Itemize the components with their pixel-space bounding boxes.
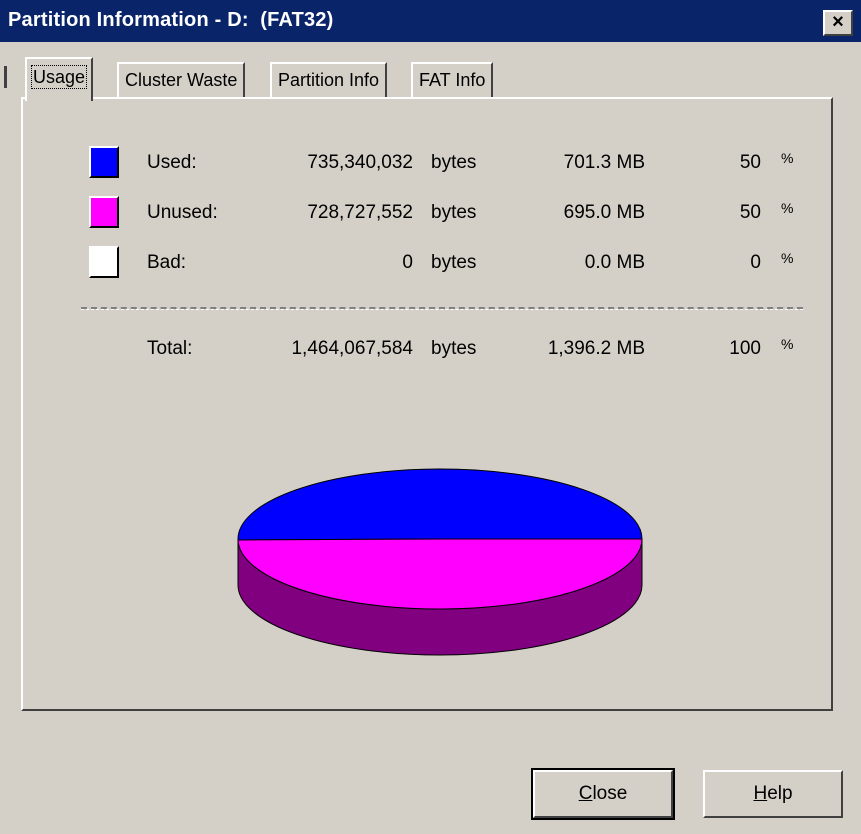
bad-label: Bad: [147,252,187,273]
used-label: Used: [147,152,197,173]
unused-percent: 50 [739,202,761,223]
unused-percent-sign: % [781,200,794,216]
bad-color-swatch [89,246,119,278]
total-percent-sign: % [781,336,794,352]
unused-bytes: 728,727,552 [307,202,413,223]
help-button[interactable]: Help [703,770,843,818]
unused-color-swatch [89,196,119,228]
close-button-hotkey: C [578,783,593,804]
unused-mb: 695.0 MB [563,202,645,223]
help-button-hotkey: H [753,783,768,804]
unused-label: Unused: [147,202,218,223]
bad-bytes-unit: bytes [431,252,477,273]
tab-usage-label: Usage [30,65,88,89]
usage-panel: Used: 735,340,032 bytes 701.3 MB 50 % Un… [21,97,833,711]
bad-percent: 0 [750,252,761,273]
used-bytes-unit: bytes [431,152,477,173]
title-bar: Partition Information - D: (FAT32) × [0,0,861,42]
used-bytes: 735,340,032 [307,152,413,173]
tab-partition-info-label: Partition Info [278,70,380,90]
tab-partition-info[interactable]: Partition Info [270,62,388,98]
window-title: Partition Information - D: (FAT32) [8,9,334,31]
close-button-label: lose [592,783,628,804]
bad-mb: 0.0 MB [584,252,645,273]
unused-bytes-unit: bytes [431,202,477,223]
pie-slice-used [237,468,643,541]
used-percent-sign: % [781,150,794,166]
total-mb: 1,396.2 MB [547,338,645,359]
tab-fat-info-label: FAT Info [419,70,486,90]
help-button-label: elp [767,783,793,804]
bad-percent-sign: % [781,250,794,266]
tab-usage[interactable]: Usage [25,57,94,101]
usage-pie-chart [237,468,643,656]
total-bytes-unit: bytes [431,338,477,359]
tab-cluster-waste[interactable]: Cluster Waste [117,62,246,98]
total-label: Total: [147,338,193,359]
window-edge-marker [4,66,7,88]
tab-fat-info[interactable]: FAT Info [411,62,494,98]
used-color-swatch [89,146,119,178]
used-percent: 50 [739,152,761,173]
total-percent: 100 [729,338,761,359]
close-window-icon[interactable]: × [823,10,853,36]
totals-separator [81,307,803,310]
tab-cluster-waste-label: Cluster Waste [125,70,238,90]
bad-bytes: 0 [402,252,413,273]
total-bytes: 1,464,067,584 [291,338,413,359]
used-mb: 701.3 MB [563,152,645,173]
close-button[interactable]: Close [531,768,675,820]
